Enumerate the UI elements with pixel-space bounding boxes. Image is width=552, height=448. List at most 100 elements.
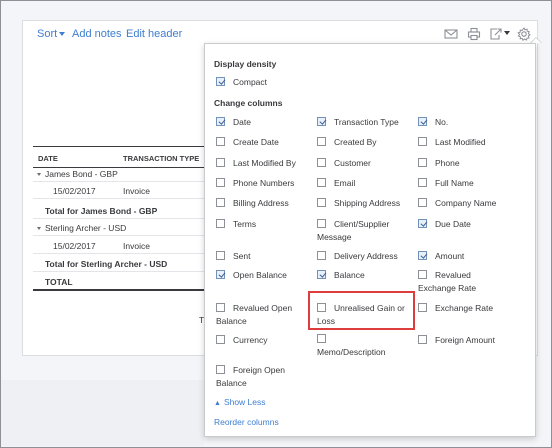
column-option-phone-numbers[interactable]: Phone Numbers — [216, 177, 304, 190]
column-checkbox[interactable] — [216, 198, 225, 207]
column-option-revalued-exchange-rate[interactable]: Revalued Exchange Rate — [418, 269, 506, 295]
column-option-memo-description[interactable]: Memo/Description — [317, 334, 405, 359]
column-option-foreign-amount[interactable]: Foreign Amount — [418, 334, 506, 347]
column-option-create-date[interactable]: Create Date — [216, 136, 304, 149]
column-option-transaction-type[interactable]: Transaction Type — [317, 116, 405, 129]
column-checkbox[interactable] — [317, 303, 326, 312]
column-header-transaction-type[interactable]: TRANSACTION TYPE — [123, 154, 199, 163]
column-option-date[interactable]: Date — [216, 116, 304, 129]
column-checkbox[interactable] — [216, 303, 225, 312]
column-option-label: Foreign Open Balance — [216, 365, 285, 388]
column-checkbox[interactable] — [216, 365, 225, 374]
export-icon[interactable] — [489, 27, 503, 41]
compact-option[interactable]: Compact — [216, 76, 267, 89]
column-checkbox[interactable] — [418, 251, 427, 260]
column-checkbox[interactable] — [317, 270, 326, 279]
column-checkbox[interactable] — [216, 178, 225, 187]
column-option-phone[interactable]: Phone — [418, 157, 506, 170]
column-option-revalued-open-balance[interactable]: Revalued Open Balance — [216, 302, 304, 328]
column-option-created-by[interactable]: Created By — [317, 136, 405, 149]
column-option-label: Balance — [334, 270, 365, 280]
column-option-due-date[interactable]: Due Date — [418, 218, 506, 231]
column-checkbox[interactable] — [216, 251, 225, 260]
add-notes-link[interactable]: Add notes — [72, 28, 122, 40]
row-divider — [33, 181, 213, 182]
column-option-label: Last Modified By — [233, 158, 296, 168]
column-checkbox[interactable] — [317, 198, 326, 207]
column-option-label: Exchange Rate — [435, 303, 494, 313]
column-checkbox[interactable] — [317, 158, 326, 167]
column-option-delivery-address[interactable]: Delivery Address — [317, 250, 405, 263]
column-checkbox[interactable] — [418, 198, 427, 207]
column-option-last-modified[interactable]: Last Modified — [418, 136, 506, 149]
column-checkbox[interactable] — [216, 270, 225, 279]
sort-dropdown[interactable]: Sort — [37, 28, 66, 40]
column-option-label: Currency — [233, 335, 268, 345]
column-option-last-modified-by[interactable]: Last Modified By — [216, 157, 304, 170]
column-checkbox[interactable] — [418, 158, 427, 167]
table-row-date: 15/02/2017 — [53, 186, 96, 196]
column-option-label: Unrealised Gain or Loss — [317, 303, 405, 326]
column-option-exchange-rate[interactable]: Exchange Rate — [418, 302, 506, 315]
column-option-label: Phone — [435, 158, 460, 168]
expand-caret-icon[interactable] — [37, 173, 41, 177]
show-less-link[interactable]: ▲ Show Less — [214, 397, 266, 407]
column-option-balance[interactable]: Balance — [317, 269, 405, 282]
column-option-sent[interactable]: Sent — [216, 250, 304, 263]
column-checkbox[interactable] — [216, 117, 225, 126]
row-divider — [33, 198, 213, 199]
column-checkbox[interactable] — [317, 117, 326, 126]
column-option-amount[interactable]: Amount — [418, 250, 506, 263]
column-checkbox[interactable] — [418, 303, 427, 312]
column-option-email[interactable]: Email — [317, 177, 405, 190]
table-row-type-link[interactable]: Invoice — [123, 186, 150, 196]
column-option-shipping-address[interactable]: Shipping Address — [317, 197, 405, 210]
column-option-terms[interactable]: Terms — [216, 218, 304, 231]
column-option-label: Shipping Address — [334, 198, 401, 208]
mail-icon[interactable] — [444, 27, 458, 41]
column-option-label: Due Date — [435, 219, 471, 229]
column-checkbox[interactable] — [317, 137, 326, 146]
column-checkbox[interactable] — [418, 219, 427, 228]
table-row-type-link[interactable]: Invoice — [123, 241, 150, 251]
reorder-columns-link[interactable]: Reorder columns — [214, 417, 279, 427]
column-checkbox[interactable] — [418, 270, 427, 279]
column-option-company-name[interactable]: Company Name — [418, 197, 506, 210]
print-icon[interactable] — [467, 27, 481, 41]
column-option-unrealised-gain-or-loss[interactable]: Unrealised Gain or Loss — [317, 302, 405, 328]
column-option-label: Terms — [233, 219, 257, 229]
column-option-label: Created By — [334, 137, 377, 147]
column-checkbox[interactable] — [216, 219, 225, 228]
group-row-sterling-archer[interactable]: Sterling Archer - USD — [37, 223, 126, 233]
column-option-full-name[interactable]: Full Name — [418, 177, 506, 190]
column-option-open-balance[interactable]: Open Balance — [216, 269, 304, 282]
column-checkbox[interactable] — [216, 335, 225, 344]
column-checkbox[interactable] — [418, 335, 427, 344]
column-option-currency[interactable]: Currency — [216, 334, 304, 347]
column-checkbox[interactable] — [317, 219, 326, 228]
column-checkbox[interactable] — [418, 178, 427, 187]
export-chevron-down-icon[interactable] — [504, 30, 510, 36]
column-checkbox[interactable] — [216, 137, 225, 146]
compact-checkbox[interactable] — [216, 77, 225, 86]
column-option-foreign-open-balance[interactable]: Foreign Open Balance — [216, 364, 304, 390]
column-checkbox[interactable] — [216, 158, 225, 167]
group-row-james-bond[interactable]: James Bond - GBP — [37, 169, 118, 179]
column-checkbox[interactable] — [317, 178, 326, 187]
edit-header-link[interactable]: Edit header — [126, 28, 182, 40]
column-checkbox[interactable] — [317, 334, 326, 343]
column-option-client-supplier-message[interactable]: Client/Supplier Message — [317, 218, 405, 244]
column-checkbox[interactable] — [418, 117, 427, 126]
column-option-label: Sent — [233, 251, 251, 261]
column-header-date[interactable]: DATE — [38, 154, 58, 163]
column-checkbox[interactable] — [418, 137, 427, 146]
column-option-no[interactable]: No. — [418, 116, 506, 129]
column-option-label: Transaction Type — [334, 117, 399, 127]
column-option-billing-address[interactable]: Billing Address — [216, 197, 304, 210]
gear-icon[interactable] — [517, 27, 531, 41]
column-option-label: Foreign Amount — [435, 335, 496, 345]
expand-caret-icon[interactable] — [37, 227, 41, 231]
column-option-label: Last Modified — [435, 137, 486, 147]
column-option-customer[interactable]: Customer — [317, 157, 405, 170]
column-checkbox[interactable] — [317, 251, 326, 260]
